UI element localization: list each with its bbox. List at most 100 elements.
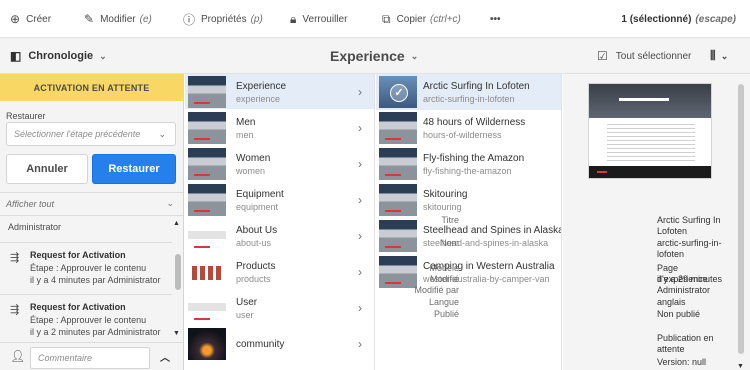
list-item[interactable]: Products products › [185,254,374,290]
show-all-filter[interactable]: Afficher tout ⌄ [0,192,183,216]
more-actions-button[interactable]: ••• [490,0,501,38]
scroll-thumb[interactable] [738,84,744,354]
edit-button[interactable]: ✎ Modifier (e) [84,0,152,38]
restore-label: Restaurer [6,111,46,121]
chevron-right-icon: › [358,121,362,135]
item-title: Equipment [236,189,284,200]
timeline-event[interactable]: ⇶ Request for Activation Étape : Approuv… [0,294,172,342]
meta-key: Langue [428,297,459,307]
comment-input[interactable]: Commentaire [30,347,150,369]
timeline-scrollbar[interactable]: ▲ ▼ [172,216,183,342]
event-title: Request for Activation [30,302,126,312]
meta-key: Modifié par [414,285,459,295]
meta-modified-by: Administrator [657,285,711,295]
copy-label: Copier [396,13,427,25]
meta-language: anglais [657,297,686,307]
list-item[interactable]: Equipment equipment › [185,182,374,218]
page-thumbnail [379,112,417,144]
workflow-icon: ⇶ [10,304,20,316]
copy-shortcut: (ctrl+c) [430,13,461,25]
copy-icon: ⧉ [382,11,391,26]
list-item[interactable]: Men men › [185,110,374,146]
view-switcher[interactable]: ⦀ ⌄ [710,38,728,74]
timeline-author: Administrator [8,222,62,232]
scroll-down-icon[interactable]: ▼ [737,363,744,370]
scroll-up-icon[interactable]: ▲ [173,220,180,227]
list-item[interactable]: ✓ Arctic Surfing In Lofoten arctic-surfi… [376,74,561,110]
item-title: community [236,339,285,350]
page-thumbnail [188,220,226,252]
scroll-thumb[interactable] [175,254,181,290]
meta-key: Modèle [429,263,459,273]
event-step: Étape : Approuver le contenu [30,263,147,273]
list-item[interactable]: 48 hours of Wilderness hours-of-wilderne… [376,110,561,146]
page-thumbnail [188,256,226,288]
header-bar: ◧ Chronologie ⌄ Experience ⌄ ☑ Tout séle… [0,38,750,74]
preview-panel: Titre Arctic Surfing In Lofoten Nom arct… [414,74,750,370]
item-name: hours-of-wilderness [423,130,502,140]
item-name: experience [236,94,281,104]
previous-step-select[interactable]: Sélectionner l'étape précédente ⌄ [6,122,176,146]
item-title: Men [236,117,256,128]
timeline-event[interactable]: ⇶ Request for Activation Étape : Approuv… [0,242,172,292]
list-item[interactable]: community › [185,326,374,362]
pending-activation-banner: ACTIVATION EN ATTENTE [0,74,183,101]
chevron-right-icon: › [358,265,362,279]
selection-status[interactable]: 1 (sélectionné) (escape) [621,0,736,38]
select-placeholder: Sélectionner l'étape précédente [14,129,141,139]
list-item[interactable]: User user › [185,290,374,326]
chevron-up-icon[interactable]: ︿ [160,349,170,364]
select-all-label: Tout sélectionner [615,50,692,62]
timeline-list: Administrator ⇶ Request for Activation É… [0,216,183,342]
select-all-button[interactable]: ☑ Tout sélectionner [597,38,691,74]
list-item[interactable]: Experience experience › [185,74,374,110]
experience-column: ✓ Arctic Surfing In Lofoten arctic-surfi… [376,74,562,370]
workflow-icon: ⇶ [10,252,20,264]
properties-label: Propriétés [201,13,247,25]
rail-toggle[interactable]: ◧ Chronologie ⌄ [10,38,107,74]
comment-bar: 👤︎ Commentaire ︿ [0,342,183,370]
properties-shortcut: (p) [250,13,263,25]
panel-scrollbar[interactable]: ▼ [737,82,745,370]
list-item[interactable]: Skitouring skitouring [376,182,561,218]
meta-key: Nom [439,238,459,248]
item-name: about-us [236,238,272,248]
properties-button[interactable]: ⓘ Propriétés (p) [183,0,263,38]
meta-name: arctic-surfing-in-lofoten [657,238,722,259]
item-name: arctic-surfing-in-lofoten [423,94,515,104]
event-step: Étape : Approuver le contenu [30,315,147,325]
item-title: 48 hours of Wilderness [423,117,526,128]
scroll-down-icon[interactable]: ▼ [173,330,180,337]
list-item[interactable]: About Us about-us › [185,218,374,254]
item-title: Experience [236,81,287,92]
page-thumbnail [188,328,226,360]
list-item[interactable]: Steelhead and Spines in Alaska steelhead… [376,218,561,254]
page-thumbnail [188,184,226,216]
list-item[interactable]: Fly-fishing the Amazon fly-fishing-the-a… [376,146,561,182]
meta-published: Non publié [657,309,701,319]
timeline-rail: ACTIVATION EN ATTENTE Restaurer Sélectio… [0,74,184,370]
comment-placeholder: Commentaire [38,353,93,363]
chevron-down-icon: ⌄ [410,50,419,61]
item-name: men [236,130,254,140]
lock-button[interactable]: 🔒︎ Verrouiller [290,0,347,38]
chevron-right-icon: › [358,229,362,243]
breadcrumb[interactable]: Experience ⌄ [330,38,418,74]
item-title: Skitouring [423,189,468,200]
rail-label: Chronologie [28,50,94,62]
edit-label: Modifier [100,13,136,25]
meta-title: Arctic Surfing In Lofoten [657,215,721,236]
item-name: products [236,274,271,284]
list-item[interactable]: Camping in Western Australia wester-aust… [376,254,561,290]
cancel-button[interactable]: Annuler [6,154,88,184]
create-button[interactable]: ⊕ Créer [10,0,51,38]
restore-button[interactable]: Restaurer [92,154,176,184]
lock-icon: 🔒︎ [290,11,297,26]
list-item[interactable]: Women women › [185,146,374,182]
chevron-right-icon: › [358,193,362,207]
copy-button[interactable]: ⧉ Copier (ctrl+c) [382,0,461,38]
event-title: Request for Activation [30,250,126,260]
page-thumbnail [188,292,226,324]
breadcrumb-title: Experience [330,48,405,64]
page-preview-image [588,83,712,179]
